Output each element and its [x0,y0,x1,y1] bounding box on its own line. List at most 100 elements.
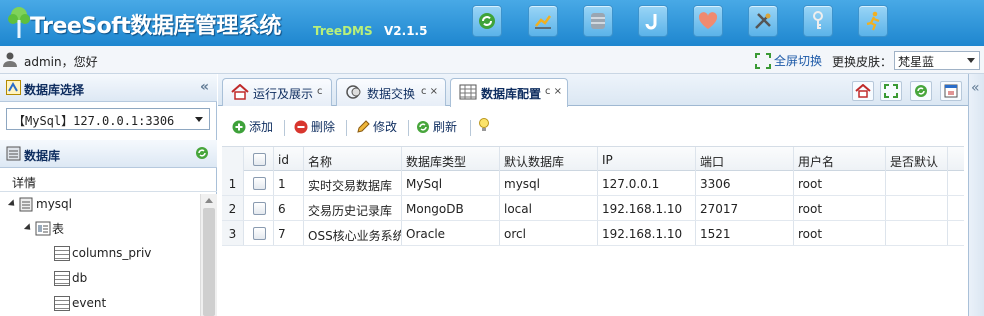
tree-node-db[interactable]: db [54,267,87,289]
checkbox-icon[interactable] [253,202,266,215]
tree-node-tables[interactable]: 表 [23,217,64,239]
db-connection-select[interactable]: 【MySql】127.0.0.1:3306 [6,108,210,130]
header-rownum [222,147,244,171]
tab-run-display[interactable]: 运行及展示 c [222,78,332,106]
cell-ip: 192.168.1.10 [598,221,696,245]
run-nav-button[interactable] [858,5,888,37]
skin-label: 更换皮肤： [832,55,893,69]
checkbox-icon[interactable] [253,177,266,190]
heart-nav-button[interactable] [693,5,723,37]
scroll-up-icon[interactable] [205,198,213,203]
tree-node-mysql[interactable]: mysql [7,193,72,215]
tree-node-label: event [72,296,107,310]
refresh-nav-button[interactable] [472,5,502,37]
tab-label: 数据交换 [367,87,416,101]
header-ip[interactable]: IP [598,147,696,171]
tree-scrollbar[interactable] [200,194,217,316]
window-tool-button[interactable] [940,81,962,101]
home-tool-button[interactable] [852,81,874,101]
collapse-right-icon[interactable]: « [971,80,980,96]
tree-node-event[interactable]: event [54,292,106,314]
table-icon [54,245,70,261]
checkbox-icon[interactable] [253,153,266,166]
row-select[interactable] [244,171,274,195]
header-db-type[interactable]: 数据库类型 [402,147,500,171]
row-select[interactable] [244,196,274,220]
key-nav-button[interactable] [803,5,833,37]
row-number: 3 [222,221,244,245]
chevron-down-icon [195,117,203,122]
tree-node-label: columns_priv [72,246,152,260]
cell-user: root [794,221,886,245]
collapse-left-icon[interactable]: « [200,79,209,95]
header-default-db[interactable]: 默认数据库 [500,147,598,171]
table-row[interactable]: 1 1 实时交易数据库 MySql mysql 127.0.0.1 3306 r… [222,171,964,196]
maximize-tool-button[interactable] [880,81,902,101]
expand-arrow-icon[interactable] [7,199,18,209]
heart-icon [698,12,718,30]
refresh-icon [417,120,429,133]
refresh-tool-button[interactable] [910,81,932,101]
add-button[interactable]: 添加 [232,118,273,135]
fullscreen-toggle[interactable]: 全屏切换 [755,52,822,69]
tab-data-exchange[interactable]: 数据交换 c × [336,78,446,106]
database-nav-button[interactable] [583,5,613,37]
user-greeting: admin，您好 [24,55,98,69]
tab-label: 运行及展示 [253,87,314,101]
checkbox-icon[interactable] [253,227,266,240]
header-name[interactable]: 名称 [304,147,402,171]
database-icon [19,197,33,211]
fullscreen-label: 全屏切换 [774,54,823,68]
header-port[interactable]: 端口 [696,147,794,171]
db-connection-value: 【MySql】127.0.0.1:3306 [13,114,175,128]
refresh-button[interactable]: 刷新 [416,118,457,135]
db-select-title: 数据库选择 [24,83,85,97]
db-panel-header: 数据库 [0,140,217,168]
table-row[interactable]: 2 6 交易历史记录库 MongoDB local 192.168.1.10 2… [222,196,964,221]
tools-nav-button[interactable] [748,5,778,37]
db-panel-title: 数据库 [24,149,61,163]
chart-nav-button[interactable] [528,5,558,37]
tab-bar: 运行及展示 c 数据交换 c × 数据库配置 c × [218,74,968,107]
add-label: 添加 [249,120,274,134]
lightbulb-icon [479,118,489,131]
app-version: V2.1.5 [384,24,428,38]
home-icon [855,84,871,98]
database-icon [6,146,21,161]
scrollbar-thumb[interactable] [203,208,215,316]
tab-close-icon[interactable]: c × [421,86,438,97]
table-icon [54,270,70,286]
java-nav-button[interactable] [638,5,668,37]
tree-node-label: db [72,271,88,285]
header-select-all[interactable] [244,147,274,171]
tab-db-config[interactable]: 数据库配置 c × [450,78,568,107]
edit-button[interactable]: 修改 [356,118,397,135]
header-user[interactable]: 用户名 [794,147,886,171]
cell-default-db: orcl [500,221,598,245]
tab-refresh-icon[interactable]: c [317,86,323,97]
tip-button[interactable] [478,118,490,132]
cell-db-type: MongoDB [402,196,500,220]
refresh-tree-icon[interactable] [195,146,209,160]
user-icon [3,52,17,67]
cell-user: root [794,171,886,195]
key-icon [813,11,823,29]
home-icon [231,84,249,100]
fullscreen-icon [755,52,771,69]
refresh-icon [915,85,927,97]
exchange-icon [346,85,361,99]
header-is-default[interactable]: 是否默认 [886,147,948,171]
db-select-icon [6,80,21,95]
tab-close-icon[interactable]: c × [545,86,562,97]
delete-button[interactable]: 删除 [294,118,335,135]
header-id[interactable]: id [274,147,304,171]
table-row[interactable]: 3 7 OSS核心业务系统 Oracle orcl 192.168.1.10 1… [222,221,964,246]
cell-ip: 192.168.1.10 [598,196,696,220]
skin-select[interactable]: 梵星蓝 [894,51,980,70]
expand-arrow-icon[interactable] [23,223,34,233]
row-select[interactable] [244,221,274,245]
grid-toolbar: 添加 删除 修改 刷新 [218,114,968,140]
right-collapse-strip[interactable]: « [968,74,984,316]
cell-user: root [794,196,886,220]
tree-node-columns-priv[interactable]: columns_priv [54,242,151,264]
